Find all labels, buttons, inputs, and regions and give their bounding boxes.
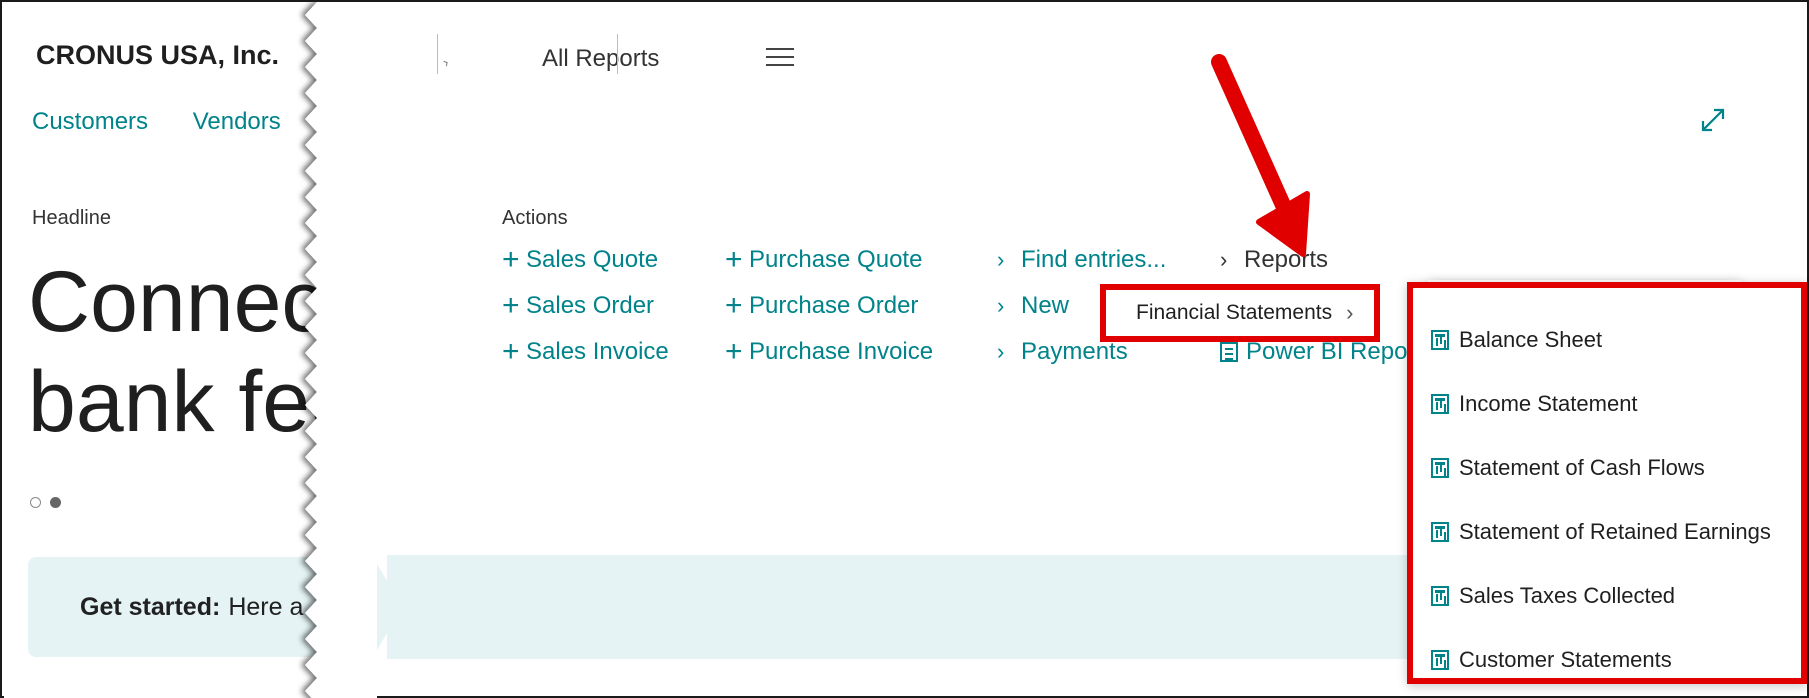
company-name[interactable]: CRONUS USA, Inc. xyxy=(36,40,279,71)
hamburger-icon[interactable] xyxy=(766,48,794,66)
action-label: Power BI Repo xyxy=(1246,338,1408,365)
nav-vendors[interactable]: Vendors xyxy=(193,108,281,135)
action-label: Purchase Invoice xyxy=(749,338,934,365)
action-label: Sales Quote xyxy=(526,246,659,273)
plus-icon: + xyxy=(502,243,520,276)
carousel-dots xyxy=(30,494,66,512)
actions-label: Actions xyxy=(502,207,568,229)
action-label: Purchase Quote xyxy=(749,246,923,273)
report-label: Income Statement xyxy=(1459,391,1638,416)
nav-customers[interactable]: Customers xyxy=(32,108,148,135)
separator xyxy=(437,34,438,74)
action-sales-invoice[interactable]: + Sales Invoice xyxy=(502,335,669,368)
action-power-bi-reports[interactable]: Power BI Repo xyxy=(1220,338,1407,366)
report-icon xyxy=(1431,394,1449,414)
top-navigation: Customers Vendors xyxy=(32,108,319,136)
action-new[interactable]: › New xyxy=(997,292,1069,320)
report-icon xyxy=(1431,458,1449,478)
action-find-entries[interactable]: › Find entries... xyxy=(997,246,1166,274)
report-statement-of-retained-earnings[interactable]: Statement of Retained Earnings xyxy=(1413,500,1801,564)
separator xyxy=(617,34,618,74)
report-label: Statement of Cash Flows xyxy=(1459,455,1705,480)
report-icon xyxy=(1431,522,1449,542)
screenshot-frame: CRONUS USA, Inc. Customers Vendors Headl… xyxy=(0,0,1809,698)
action-payments[interactable]: › Payments xyxy=(997,338,1128,366)
report-icon xyxy=(1431,330,1449,350)
action-label: Sales Order xyxy=(526,292,655,319)
annotation-arrow-icon xyxy=(1211,54,1310,257)
report-balance-sheet[interactable]: Balance Sheet xyxy=(1413,308,1801,372)
top-bar: › All Reports xyxy=(347,4,1809,132)
action-label: Sales Invoice xyxy=(526,338,669,365)
role-center-right-panel: › All Reports Actions + Sales Quote + Sale… xyxy=(347,4,1809,698)
financial-statements-menu-item[interactable]: Financial Statements › xyxy=(1100,284,1380,342)
plus-icon: + xyxy=(502,335,520,368)
financial-statements-flyout: Balance Sheet Income Statement Statement… xyxy=(1407,282,1807,684)
plus-icon: + xyxy=(725,289,743,322)
action-label: Purchase Order xyxy=(749,292,919,319)
report-label: Customer Statements xyxy=(1459,647,1672,672)
plus-icon: + xyxy=(725,335,743,368)
financial-statements-label: Financial Statements xyxy=(1136,301,1333,324)
chevron-right-icon: › xyxy=(1346,300,1354,325)
chevron-icon[interactable]: › xyxy=(439,54,451,70)
report-sales-taxes-collected[interactable]: Sales Taxes Collected xyxy=(1413,564,1801,628)
report-customer-statements[interactable]: Customer Statements xyxy=(1413,628,1801,692)
chevron-right-icon: › xyxy=(997,247,1005,272)
report-label: Statement of Retained Earnings xyxy=(1459,519,1771,544)
get-started-text: Here a xyxy=(228,592,304,621)
get-started-label: Get started: xyxy=(80,592,221,621)
action-purchase-quote[interactable]: + Purchase Quote xyxy=(725,243,923,276)
action-label: Find entries... xyxy=(1021,246,1167,273)
plus-icon: + xyxy=(502,289,520,322)
report-list-icon xyxy=(1220,342,1238,362)
chevron-right-icon: › xyxy=(997,339,1005,364)
headline-label: Headline xyxy=(32,207,111,229)
report-label: Sales Taxes Collected xyxy=(1459,583,1676,608)
action-sales-quote[interactable]: + Sales Quote xyxy=(502,243,659,276)
report-income-statement[interactable]: Income Statement xyxy=(1413,372,1801,436)
report-icon xyxy=(1431,650,1449,670)
chevron-right-icon: › xyxy=(997,293,1005,318)
torn-edge-divider xyxy=(305,2,377,698)
all-reports-link[interactable]: All Reports xyxy=(542,45,659,73)
action-label: Payments xyxy=(1021,338,1128,365)
carousel-dot-2[interactable] xyxy=(50,497,62,509)
carousel-dot-1[interactable] xyxy=(30,497,41,509)
action-purchase-order[interactable]: + Purchase Order xyxy=(725,289,919,322)
action-label: New xyxy=(1021,292,1070,319)
action-sales-order[interactable]: + Sales Order xyxy=(502,289,655,322)
report-label: Balance Sheet xyxy=(1459,327,1603,352)
report-statement-of-cash-flows[interactable]: Statement of Cash Flows xyxy=(1413,436,1801,500)
report-icon xyxy=(1431,586,1449,606)
action-purchase-invoice[interactable]: + Purchase Invoice xyxy=(725,335,934,368)
info-band xyxy=(387,555,1567,659)
expand-icon[interactable] xyxy=(1697,104,1729,136)
plus-icon: + xyxy=(725,243,743,276)
